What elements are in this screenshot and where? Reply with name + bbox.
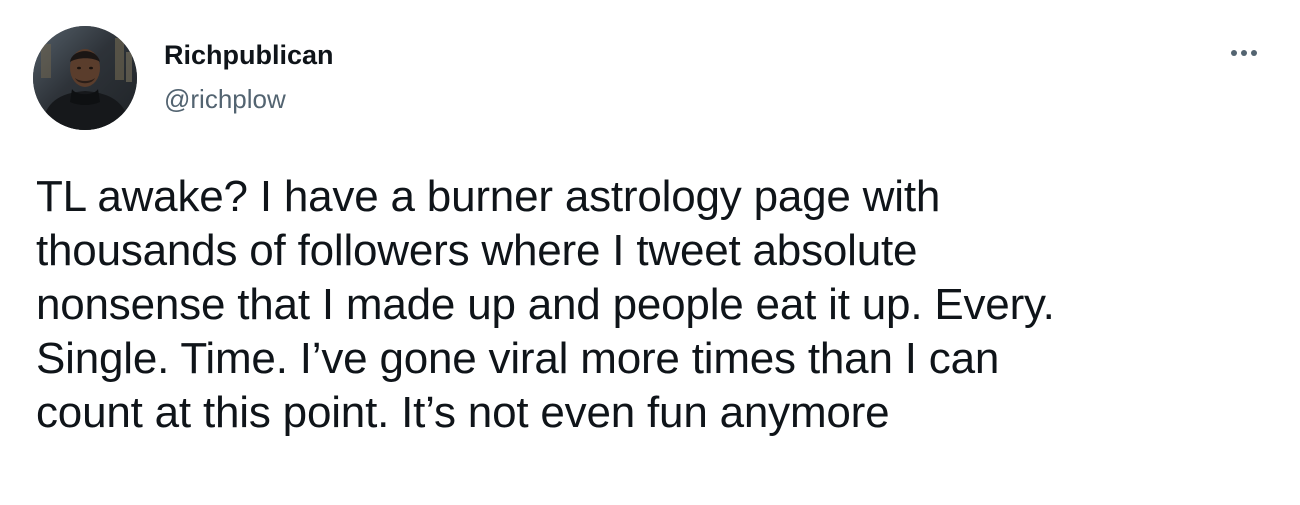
profile-photo-icon — [33, 26, 137, 130]
more-horizontal-icon — [1231, 50, 1257, 56]
more-options-button[interactable] — [1222, 38, 1266, 68]
author-display-name[interactable]: Richpublican — [164, 39, 334, 71]
tweet-text: TL awake? I have a burner astrology page… — [36, 172, 1055, 437]
author-handle[interactable]: @richplow — [164, 83, 286, 115]
tweet-card: Richpublican @richplow TL awake? I have … — [0, 0, 1300, 505]
avatar[interactable] — [33, 26, 137, 130]
